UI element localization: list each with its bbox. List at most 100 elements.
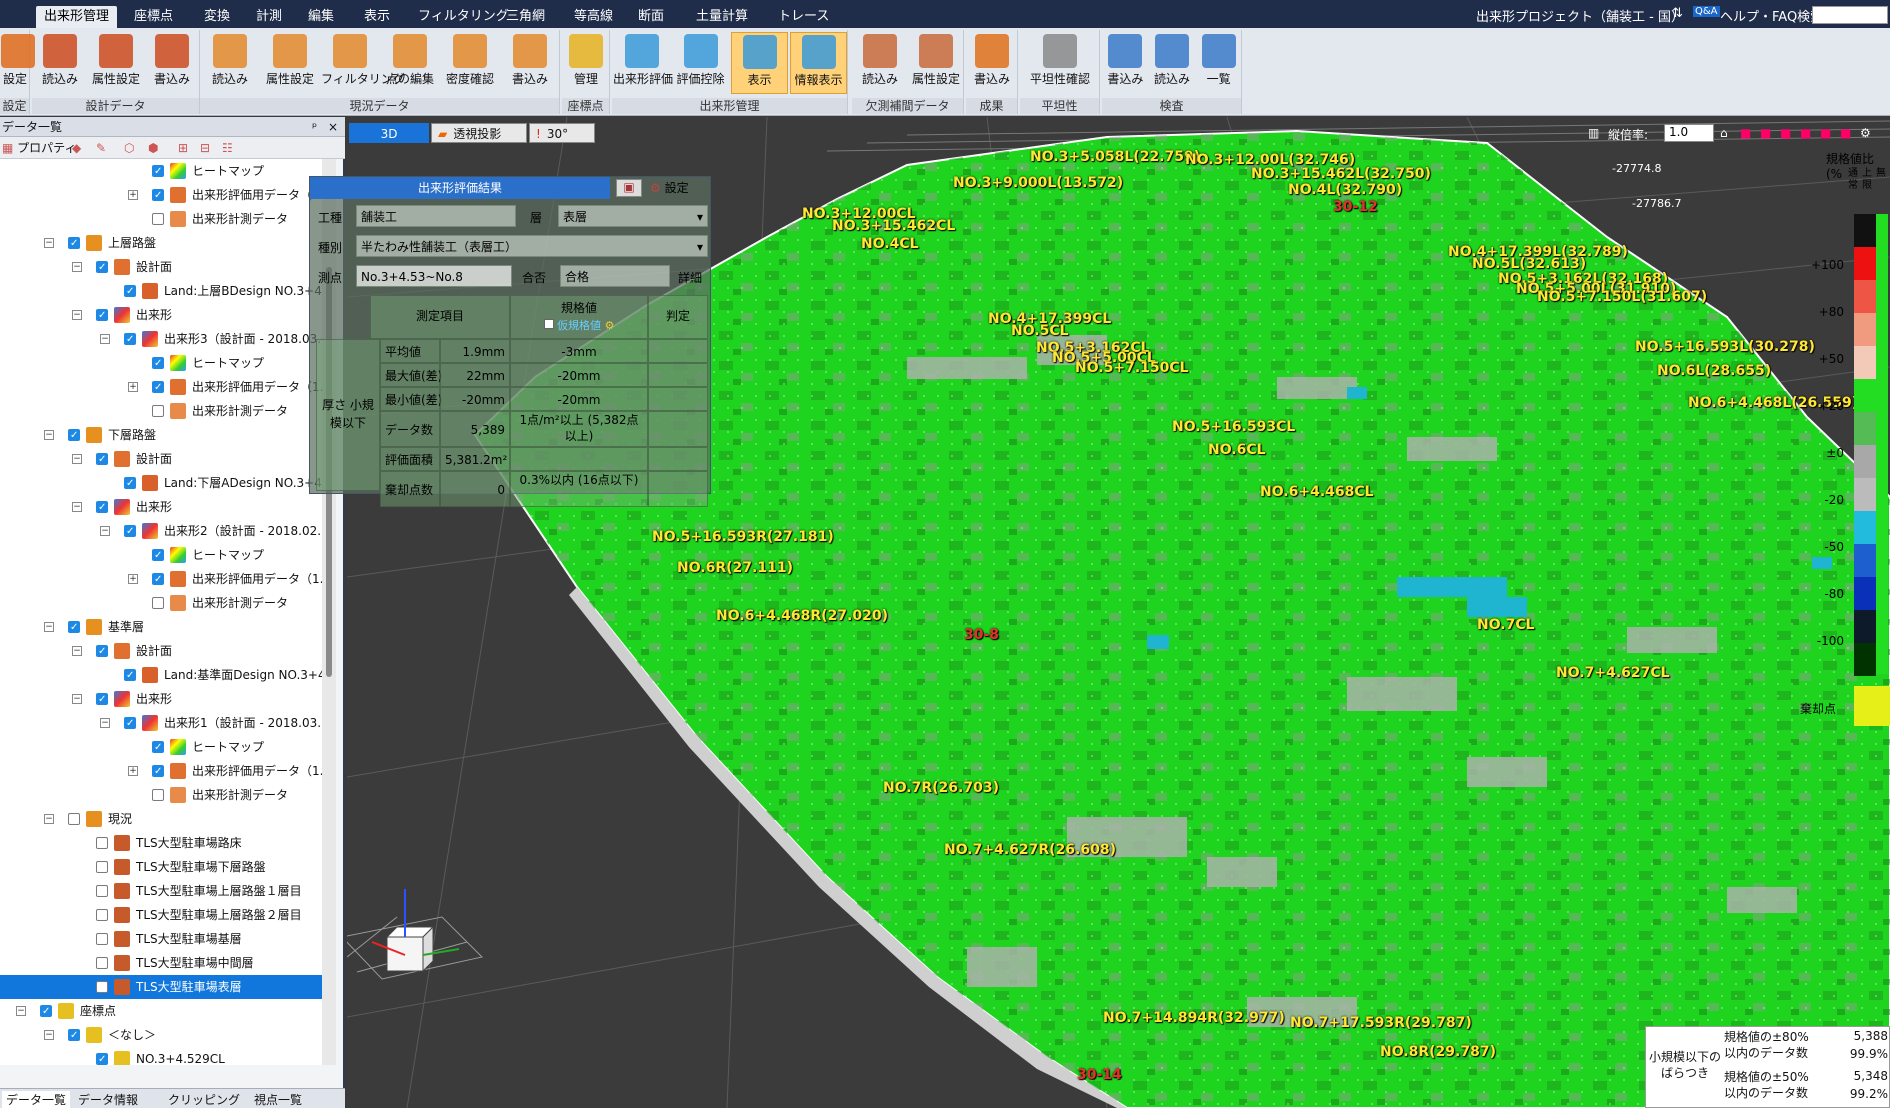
tree-checkbox[interactable] [124,472,136,496]
close-icon[interactable]: × [328,117,338,137]
tree-row[interactable]: + 出来形評価用データ（1.00m2あ [0,759,322,784]
layer-delete-icon[interactable]: ⬢ [148,137,158,159]
tree-expander[interactable]: − [44,430,54,440]
tree-row[interactable]: ヒートマップ [0,159,322,184]
dialog-settings-button[interactable]: ⚙ 設定 [650,179,689,196]
tree-icon[interactable]: ☷ [222,137,233,159]
tree-expander[interactable]: − [44,238,54,248]
tree-checkbox[interactable] [40,1000,52,1024]
menu-tab-5[interactable]: 表示 [356,6,398,28]
tree-row[interactable]: − 現況 [0,807,322,831]
tree-expander[interactable]: − [44,814,54,824]
properties-button[interactable]: ▦ プロパティ [0,137,76,159]
ribbon-button-4-0[interactable]: 出来形評価 [613,32,673,94]
tree-row[interactable]: 出来形計測データ [0,399,322,423]
tree-expander[interactable]: − [72,502,82,512]
menu-tab-4[interactable]: 編集 [300,6,342,28]
tree-row[interactable]: + 出来形評価用データ（1.00m [0,183,322,208]
sou-select[interactable]: 表層 ▾ [558,205,708,227]
tree-row[interactable]: TLS大型駐車場下層路盤 [0,855,322,879]
tree-row[interactable]: − 出来形 [0,495,322,520]
sort-icon[interactable]: ⇅ [1672,6,1683,21]
tree-row[interactable]: TLS大型駐車場基層 [0,927,322,951]
provisional-checkbox[interactable] [543,319,554,329]
sokuten-field[interactable]: No.3+4.53~No.8 [356,265,512,287]
menu-tab-11[interactable]: トレース [770,6,837,28]
tree-expander[interactable]: − [72,454,82,464]
tree-checkbox[interactable] [96,933,108,945]
tree-row[interactable]: NO.3+4.529CL [0,1047,322,1065]
ribbon-button-2-0[interactable]: 読込み [201,32,259,94]
tree-checkbox[interactable] [96,496,108,520]
ribbon-button-6-0[interactable]: 書込み [967,32,1017,94]
menu-tab-1[interactable]: 座標点 [126,6,181,28]
tree-checkbox[interactable] [124,664,136,688]
gear-icon[interactable]: ⚙ [605,319,615,332]
tree-checkbox[interactable] [152,405,164,417]
tree-row[interactable]: ヒートマップ [0,543,322,568]
tree-checkbox[interactable] [96,256,108,280]
ribbon-button-4-3[interactable]: 情報表示 [790,32,847,94]
tree-checkbox[interactable] [96,448,108,472]
tree-row[interactable]: − 出来形 [0,687,322,712]
menu-tab-0[interactable]: 出来形管理 [36,6,118,28]
tree-row[interactable]: − ＜なし＞ [0,1023,322,1048]
tree-row[interactable]: + 出来形評価用データ（1.00m [0,375,322,400]
tree-checkbox[interactable] [96,981,108,993]
ribbon-button-1-0[interactable]: 読込み [33,32,87,94]
edit-icon[interactable]: ◆ [72,137,81,159]
menu-tab-3[interactable]: 計測 [248,6,290,28]
tree-checkbox[interactable] [124,712,136,736]
ribbon-button-2-4[interactable]: 密度確認 [441,32,499,94]
ribbon-button-0-0[interactable]: 設定 [1,32,35,94]
ribbon-button-2-2[interactable]: フィルタリング [321,32,405,94]
tree-row[interactable]: − 設計面 [0,639,322,664]
kousyu-field[interactable]: 舗装工 [356,205,516,227]
tree-checkbox[interactable] [96,640,108,664]
bottom-tab-2[interactable]: クリッピング [168,1091,240,1108]
ribbon-button-5-1[interactable]: 属性設定 [909,32,963,94]
tree-expander[interactable]: − [72,646,82,656]
tree-expander[interactable]: − [72,694,82,704]
tree-checkbox[interactable] [68,616,80,640]
tree-expander[interactable]: − [44,622,54,632]
tree-checkbox[interactable] [96,837,108,849]
tree-expander[interactable]: + [128,574,138,584]
tree-checkbox[interactable] [152,184,164,208]
tree-checkbox[interactable] [68,232,80,256]
tree-row[interactable]: TLS大型駐車場上層路盤１層目 [0,879,322,903]
tree-checkbox[interactable] [68,813,80,825]
tree-row[interactable]: Land:下層ADesign NO.3+4.529(6 [0,471,322,496]
tree-checkbox[interactable] [96,1048,108,1065]
tree-expander[interactable]: − [72,262,82,272]
tree-checkbox[interactable] [152,213,164,225]
tree-expander[interactable]: + [128,766,138,776]
tree-checkbox[interactable] [96,957,108,969]
tree-checkbox[interactable] [68,1024,80,1048]
tree-checkbox[interactable] [96,688,108,712]
tree-row[interactable]: 出来形計測データ [0,591,322,615]
ribbon-button-8-2[interactable]: 一覧 [1196,32,1241,94]
tree-row[interactable]: − 下層路盤 [0,423,322,448]
bottom-tab-0[interactable]: データ一覧 [2,1091,71,1108]
tree-expander[interactable]: − [100,718,110,728]
tree-row[interactable]: ヒートマップ [0,351,322,376]
tree-row[interactable]: − 設計面 [0,447,322,472]
tree-row[interactable]: + 出来形評価用データ（1.00m2あ [0,567,322,592]
detail-button[interactable]: 詳細 [678,269,702,286]
shubetsu-select[interactable]: 半たわみ性舗装工（表層工） ▾ [356,235,708,257]
layer-edit-icon[interactable]: ⬡ [124,137,134,159]
tree-checkbox[interactable] [152,597,164,609]
tree-checkbox[interactable] [96,909,108,921]
ribbon-button-2-5[interactable]: 書込み [501,32,559,94]
menu-tab-10[interactable]: 土量計算 [688,6,756,28]
tree-checkbox[interactable] [152,568,164,592]
tree-checkbox[interactable] [152,736,164,760]
ribbon-button-7-0[interactable]: 平坦性確認 [1021,32,1099,94]
tree-row[interactable]: TLS大型駐車場路床 [0,831,322,855]
tree-row[interactable]: 出来形計測データ [0,207,322,231]
tree-checkbox[interactable] [152,789,164,801]
help-search-input[interactable] [1812,6,1888,24]
menu-tab-9[interactable]: 断面 [630,6,672,28]
bottom-tab-1[interactable]: データ情報 [78,1091,138,1108]
